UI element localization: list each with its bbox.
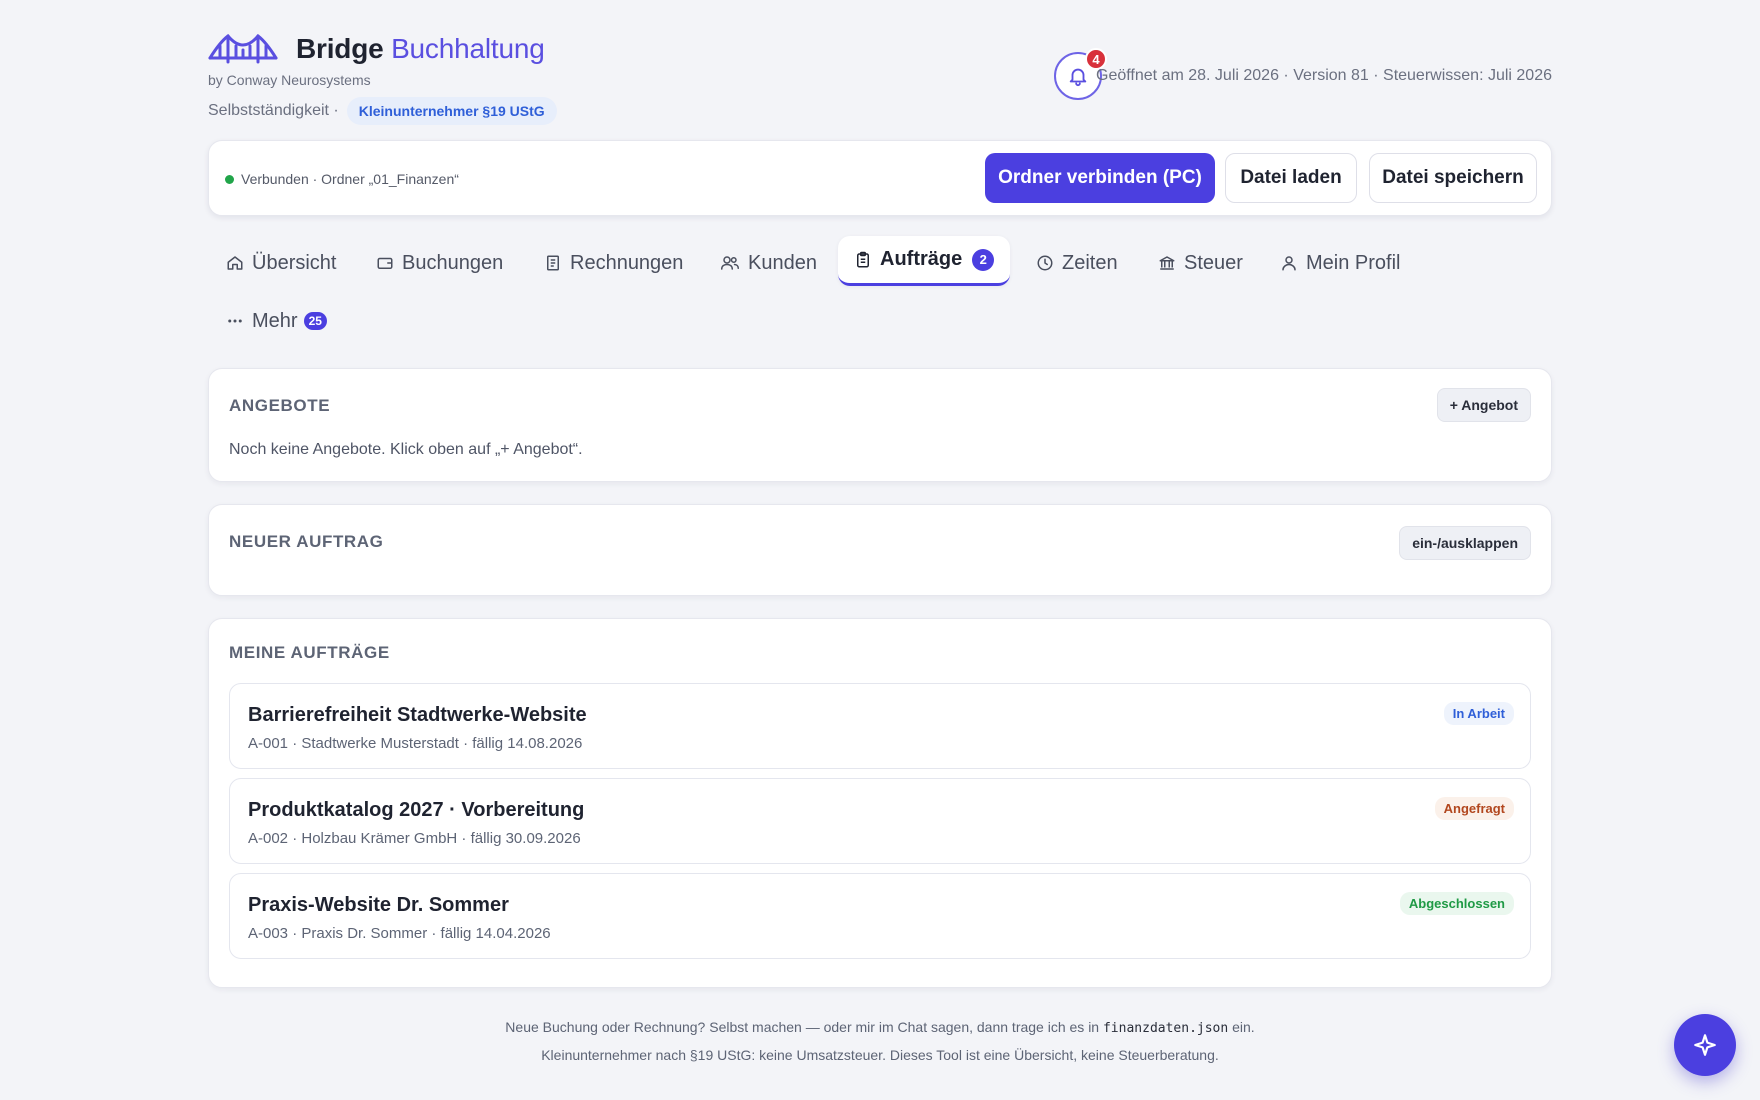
save-file-button[interactable]: Datei speichern — [1369, 153, 1537, 203]
tab-buchungen[interactable]: Buchungen — [376, 240, 503, 286]
order-subtitle: A-001 · Stadtwerke Musterstadt · fällig … — [248, 735, 583, 752]
app-title-main: Bridge — [296, 33, 384, 64]
new-order-card: NEUER AUFTRAG ein-/ausklappen — [208, 504, 1552, 596]
my-orders-card: MEINE AUFTRÄGE Barrierefreiheit Stadtwer… — [208, 618, 1552, 988]
users-icon — [721, 256, 739, 270]
order-status-badge: Abgeschlossen — [1399, 892, 1514, 915]
order-status-badge: Angefragt — [1434, 797, 1514, 820]
tab-steuer[interactable]: Steuer — [1158, 240, 1243, 286]
wallet-icon — [377, 257, 393, 269]
tab-rechnungen[interactable]: Rechnungen — [544, 240, 683, 286]
new-order-title: NEUER AUFTRAG — [229, 532, 384, 551]
connection-card: Verbunden · Ordner „01_Finanzen“ Ordner … — [208, 140, 1552, 216]
clock-icon — [1037, 255, 1053, 271]
app-title-accent: Buchhaltung — [391, 33, 545, 64]
tab-label: Steuer — [1184, 251, 1243, 274]
tab-label: Übersicht — [252, 251, 337, 274]
footer-line-1: Neue Buchung oder Rechnung? Selbst mache… — [208, 1014, 1552, 1042]
footer-line-1-end: ein. — [1232, 1019, 1255, 1035]
connect-folder-button[interactable]: Ordner verbinden (PC) — [985, 153, 1215, 203]
tab-badge: 2 — [972, 248, 995, 271]
footer-line-2: Kleinunternehmer nach §19 UStG: keine Um… — [541, 1047, 1219, 1063]
tab-badge: 25 — [303, 312, 327, 330]
order-item[interactable]: Produktkatalog 2027 · Vorbereitung A-002… — [229, 778, 1531, 864]
order-title: Produktkatalog 2027 · Vorbereitung — [248, 799, 585, 821]
offers-card: ANGEBOTE + Angebot Noch keine Angebote. … — [208, 368, 1552, 482]
mode-row: Selbstständigkeit · Kleinunternehmer §19… — [208, 97, 557, 125]
tab-label: Buchungen — [402, 251, 504, 274]
my-orders-title: MEINE AUFTRÄGE — [229, 643, 390, 662]
tab-kunden[interactable]: Kunden — [720, 240, 817, 286]
notifications-button[interactable]: 4 — [1054, 48, 1107, 100]
mode-label: Selbstständigkeit · — [208, 102, 339, 119]
toggle-new-order-button[interactable]: ein-/ausklappen — [1399, 526, 1531, 560]
tab-label: Zeiten — [1062, 251, 1118, 274]
add-offer-button[interactable]: + Angebot — [1436, 388, 1531, 422]
order-title: Barrierefreiheit Stadtwerke-Website — [248, 704, 587, 726]
opened-info: Geöffnet am 28. Juli 2026 · Version 81 ·… — [1096, 67, 1552, 84]
tab-mein-profil[interactable]: Mein Profil — [1280, 240, 1400, 286]
bridge-logo-icon — [208, 33, 278, 64]
clipboard-icon — [857, 251, 869, 267]
tab-label: Mehr — [252, 309, 298, 332]
order-item[interactable]: Barrierefreiheit Stadtwerke-Website A-00… — [229, 683, 1531, 769]
bell-icon — [1069, 68, 1087, 87]
order-status-badge: In Arbeit — [1443, 702, 1514, 725]
tab-label: Mein Profil — [1306, 251, 1401, 274]
order-subtitle: A-002 · Holzbau Krämer GmbH · fällig 30.… — [248, 830, 581, 847]
tab-label: Rechnungen — [570, 251, 684, 274]
byline: by Conway Neurosystems — [208, 72, 371, 88]
sparkle-icon — [1694, 1034, 1716, 1056]
document-icon — [547, 255, 559, 271]
app-header: Bridge Buchhaltung by Conway Neurosystem… — [208, 0, 1552, 140]
more-icon — [228, 319, 242, 323]
footer-line-1-text: Neue Buchung oder Rechnung? Selbst mache… — [505, 1019, 1100, 1035]
load-file-button[interactable]: Datei laden — [1225, 153, 1357, 203]
connection-status: Verbunden · Ordner „01_Finanzen“ — [225, 171, 459, 187]
connected-dot — [225, 174, 234, 184]
tax-mode-pill: Kleinunternehmer §19 UStG — [346, 97, 557, 125]
order-title: Praxis-Website Dr. Sommer — [248, 894, 509, 916]
connection-status-text: Verbunden · Ordner „01_Finanzen“ — [241, 171, 459, 187]
tab-label: Kunden — [748, 251, 817, 274]
app-title: Bridge Buchhaltung — [296, 33, 545, 65]
assistant-chat-button[interactable] — [1674, 1014, 1736, 1076]
offers-empty-text: Noch keine Angebote. Klick oben auf „+ A… — [229, 441, 583, 458]
tab-uebersicht[interactable]: Übersicht — [226, 240, 336, 286]
order-item[interactable]: Praxis-Website Dr. Sommer A-003 · Praxis… — [229, 873, 1531, 959]
tab-auftraege[interactable]: Aufträge 2 — [838, 236, 1011, 286]
footer-note: Neue Buchung oder Rechnung? Selbst mache… — [208, 1014, 1552, 1068]
tab-label: Aufträge — [880, 248, 963, 270]
tab-mehr[interactable]: Mehr 25 — [226, 298, 327, 344]
order-subtitle: A-003 · Praxis Dr. Sommer · fällig 14.04… — [248, 925, 551, 942]
bank-icon — [1159, 256, 1175, 270]
user-icon — [1282, 256, 1296, 271]
footer-filename: finanzdaten.json — [1102, 1021, 1229, 1036]
tab-zeiten[interactable]: Zeiten — [1036, 240, 1118, 286]
offers-title: ANGEBOTE — [229, 396, 331, 415]
home-icon — [227, 256, 243, 270]
brand: Bridge Buchhaltung — [208, 32, 545, 66]
